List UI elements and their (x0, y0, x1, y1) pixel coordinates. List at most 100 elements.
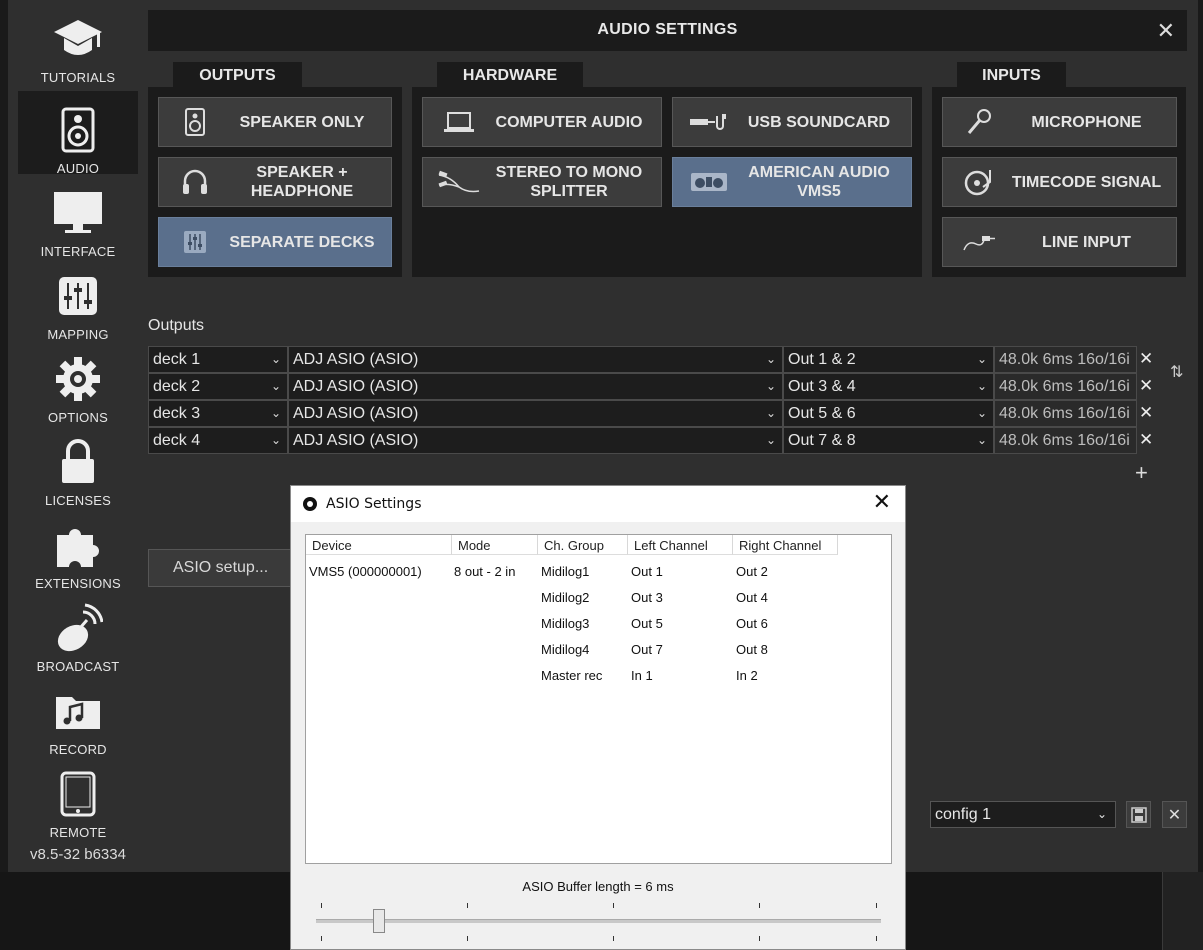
sidebar-item-remote[interactable]: REMOTE (18, 755, 138, 840)
channel-select[interactable]: Out 5 & 6 ⌄ (783, 400, 994, 427)
outputs-label: Outputs (148, 317, 205, 334)
monitor-icon (18, 188, 138, 238)
remove-row-icon[interactable]: ✕ (1139, 430, 1153, 450)
slider-tick (876, 936, 877, 941)
table-row: deck 3 ⌄ ADJ ASIO (ASIO) ⌄ Out 5 & 6 ⌄ 48.0… (148, 400, 1137, 427)
slider-tick (467, 936, 468, 941)
config-select[interactable]: config 1 ⌄ (930, 801, 1116, 828)
lock-icon (18, 437, 138, 487)
table-row: deck 4 ⌄ ADJ ASIO (ASIO) ⌄ Out 7 & 8 ⌄ 48.0… (148, 427, 1137, 454)
sidebar-item-extensions[interactable]: EXTENSIONS (18, 506, 138, 591)
device-select[interactable]: ADJ ASIO (ASIO) ⌄ (288, 346, 783, 373)
column-header-right-channel[interactable]: Right Channel (733, 535, 838, 555)
sidebar-item-tutorials[interactable]: TUTORIALS (18, 0, 138, 85)
remove-row-icon[interactable]: ✕ (1139, 376, 1153, 396)
close-icon[interactable]: ✕ (873, 490, 891, 515)
chevron-down-icon: ⌄ (765, 433, 776, 447)
speaker-icon (173, 98, 217, 146)
usb-soundcard-button[interactable]: USB SOUNDCARD (672, 97, 912, 147)
buffer-length-label: ASIO Buffer length = 6 ms (522, 879, 674, 894)
chevron-down-icon: ⌄ (765, 379, 776, 393)
microphone-button[interactable]: MICROPHONE (942, 97, 1177, 147)
sidebar-item-options[interactable]: OPTIONS (18, 340, 138, 425)
audio-settings-titlebar: AUDIO SETTINGS ✕ (148, 10, 1187, 51)
save-icon[interactable] (1126, 801, 1151, 828)
channel-select[interactable]: Out 7 & 8 ⌄ (783, 427, 994, 454)
chevron-down-icon: ⌄ (765, 352, 776, 366)
asio-channel-list[interactable]: Device Mode Ch. Group Left Channel Right… (305, 534, 892, 864)
speaker-only-button[interactable]: SPEAKER ONLY (158, 97, 392, 147)
column-header-ch-group[interactable]: Ch. Group (538, 535, 628, 555)
outputs-section-title: OUTPUTS (173, 62, 302, 87)
add-row-icon[interactable]: + (1135, 460, 1148, 486)
table-row: deck 2 ⌄ ADJ ASIO (ASIO) ⌄ Out 3 & 4 ⌄ 48.0… (148, 373, 1137, 400)
left-channel-cell: Out 7 (631, 642, 663, 657)
group-cell: Midilog4 (541, 642, 590, 657)
buffer-slider-thumb[interactable] (373, 909, 385, 933)
hardware-section-title: HARDWARE (437, 62, 583, 87)
usb-cable-icon (687, 98, 731, 146)
deck-select[interactable]: deck 1 ⌄ (148, 346, 288, 373)
asio-dialog-title: ASIO Settings (326, 496, 422, 512)
reorder-icon[interactable]: ⇅ (1170, 362, 1183, 382)
device-select[interactable]: ADJ ASIO (ASIO) ⌄ (288, 373, 783, 400)
headphones-icon (173, 158, 217, 206)
device-select[interactable]: ADJ ASIO (ASIO) ⌄ (288, 427, 783, 454)
sidebar-item-audio[interactable]: AUDIO (18, 91, 138, 176)
microphone-icon (957, 98, 1001, 146)
delete-config-icon[interactable]: ✕ (1162, 801, 1187, 828)
column-header-device[interactable]: Device (306, 535, 452, 555)
stereo-to-mono-splitter-button[interactable]: STEREO TO MONO SPLITTER (422, 157, 662, 207)
sidebar-item-interface[interactable]: INTERFACE (18, 174, 138, 259)
speaker-headphone-button[interactable]: SPEAKER + HEADPHONE (158, 157, 392, 207)
deck-select[interactable]: deck 2 ⌄ (148, 373, 288, 400)
right-channel-cell: Out 8 (736, 642, 768, 657)
close-icon[interactable]: ✕ (1157, 18, 1175, 44)
chevron-down-icon: ⌄ (765, 406, 776, 420)
table-row: deck 1 ⌄ ADJ ASIO (ASIO) ⌄ Out 1 & 2 ⌄ 48.0… (148, 346, 1137, 373)
chevron-down-icon: ⌄ (270, 352, 281, 366)
mode-cell: 8 out - 2 in (454, 564, 516, 579)
sidebar-item-label: TUTORIALS (40, 70, 116, 85)
controller-icon (687, 158, 731, 206)
deck-select[interactable]: deck 3 ⌄ (148, 400, 288, 427)
chevron-down-icon: ⌄ (976, 352, 987, 366)
computer-audio-button[interactable]: COMPUTER AUDIO (422, 97, 662, 147)
buffer-slider-track[interactable] (316, 919, 881, 923)
chevron-down-icon: ⌄ (1096, 807, 1107, 821)
separate-decks-button[interactable]: SEPARATE DECKS (158, 217, 392, 267)
sliders-icon (18, 271, 138, 321)
channel-select[interactable]: Out 3 & 4 ⌄ (783, 373, 994, 400)
slider-tick (613, 903, 614, 908)
slider-tick (876, 903, 877, 908)
laptop-icon (437, 98, 481, 146)
slider-tick (321, 936, 322, 941)
sidebar-item-licenses[interactable]: LICENSES (18, 423, 138, 508)
column-header-left-channel[interactable]: Left Channel (628, 535, 733, 555)
right-channel-cell: Out 4 (736, 590, 768, 605)
slider-tick (613, 936, 614, 941)
left-channel-cell: Out 5 (631, 616, 663, 631)
remove-row-icon[interactable]: ✕ (1139, 403, 1153, 423)
right-channel-cell: Out 2 (736, 564, 768, 579)
group-cell: Midilog1 (541, 564, 590, 579)
device-cell: VMS5 (000000001) (309, 564, 422, 579)
channel-select[interactable]: Out 1 & 2 ⌄ (783, 346, 994, 373)
deck-select[interactable]: deck 4 ⌄ (148, 427, 288, 454)
timecode-signal-button[interactable]: TIMECODE SIGNAL (942, 157, 1177, 207)
left-channel-cell: Out 3 (631, 590, 663, 605)
sidebar-item-mapping[interactable]: MAPPING (18, 257, 138, 342)
column-header-mode[interactable]: Mode (452, 535, 538, 555)
asio-setup-button[interactable]: ASIO setup... (148, 549, 298, 587)
jack-cable-icon (957, 218, 1001, 266)
slider-tick (321, 903, 322, 908)
remove-row-icon[interactable]: ✕ (1139, 349, 1153, 369)
inputs-section-title: INPUTS (957, 62, 1066, 87)
american-audio-vms5-button[interactable]: AMERICAN AUDIO VMS5 (672, 157, 912, 207)
sidebar-item-record[interactable]: RECORD (18, 672, 138, 757)
chevron-down-icon: ⌄ (270, 433, 281, 447)
line-input-button[interactable]: LINE INPUT (942, 217, 1177, 267)
sidebar-item-broadcast[interactable]: BROADCAST (18, 589, 138, 674)
device-select[interactable]: ADJ ASIO (ASIO) ⌄ (288, 400, 783, 427)
asio-dialog-titlebar: ASIO Settings ✕ (291, 486, 905, 522)
